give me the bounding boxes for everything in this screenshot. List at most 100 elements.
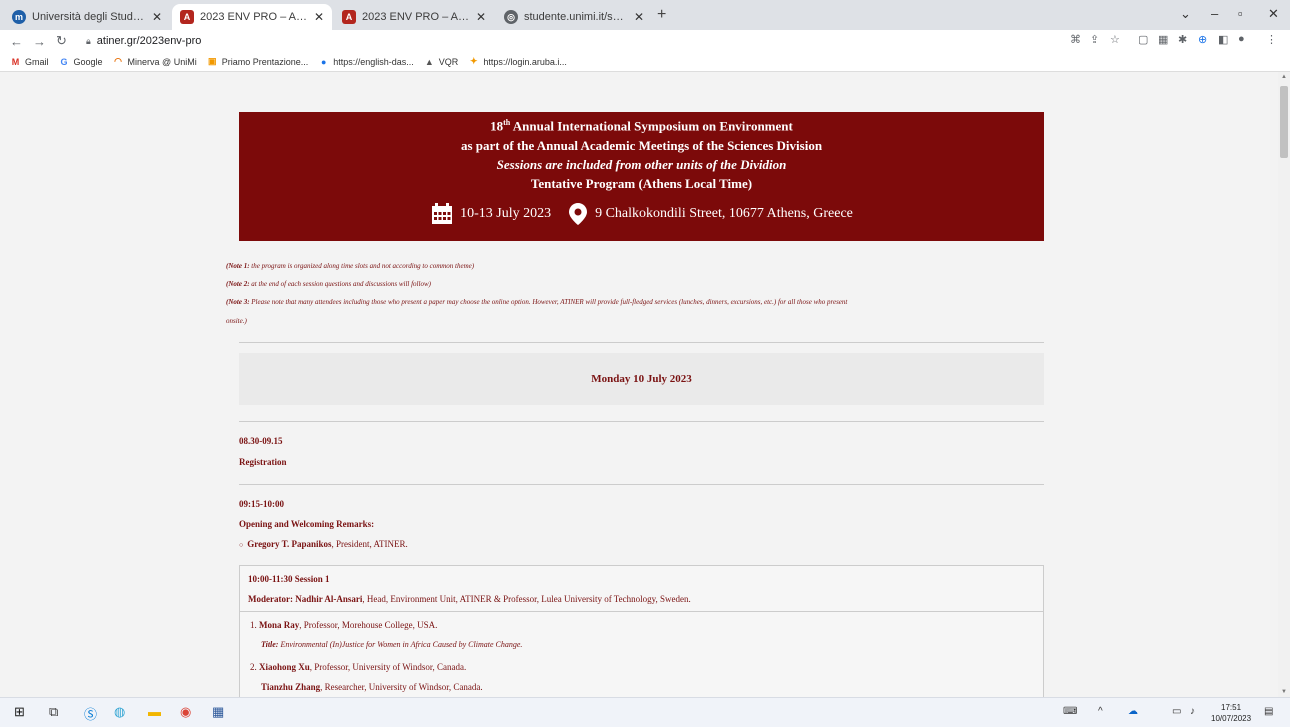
volume-icon[interactable]: ♪: [1190, 706, 1195, 717]
map-pin-icon: [569, 203, 588, 225]
note-label: (Note 1:: [226, 262, 250, 270]
priamo-icon: ▣: [207, 56, 217, 66]
scroll-up-icon[interactable]: ▲: [1281, 74, 1287, 80]
close-window-button[interactable]: ✕: [1268, 6, 1279, 22]
keyboard-icon[interactable]: ⌨: [1063, 706, 1077, 717]
slot-time: 09:15-10:00: [239, 499, 284, 509]
page-scrollbar[interactable]: ▲ ▼: [1278, 72, 1290, 697]
edge-icon[interactable]: ◍: [114, 704, 125, 720]
speaker-role: , President, ATINER.: [331, 539, 408, 549]
note-text: the program is organized along time slot…: [249, 262, 475, 270]
chrome-icon[interactable]: ◉: [180, 704, 191, 720]
file-explorer-icon[interactable]: ▬: [148, 704, 161, 719]
puzzle-icon[interactable]: ✱: [1178, 33, 1187, 46]
profile-avatar-icon[interactable]: ●: [1238, 33, 1245, 45]
bookmark-gmail[interactable]: M Gmail: [10, 56, 49, 67]
banner-program-label: Tentative Program (Athens Local Time): [530, 176, 753, 191]
opening-speaker: ○ Gregory T. Papanikos, President, ATINER…: [239, 539, 408, 549]
tab-search-icon[interactable]: ⌄: [1180, 6, 1191, 22]
slot-title: Opening and Welcoming Remarks:: [239, 519, 375, 529]
bookmark-minerva[interactable]: ◠ Minerva @ UniMi: [113, 56, 197, 67]
bookmark-vqr[interactable]: ▲ VQR: [424, 56, 458, 67]
note-3: (Note 3: Please note that many attendees…: [226, 294, 1056, 311]
lock-icon[interactable]: 🔒︎: [86, 36, 91, 47]
scroll-down-icon[interactable]: ▼: [1281, 689, 1287, 695]
tab-title: Università degli Studi di Milano \: [32, 11, 146, 23]
paper-number: 1.: [250, 620, 259, 630]
tab-unimi[interactable]: m Università degli Studi di Milano \ ✕: [4, 4, 170, 30]
close-tab-icon[interactable]: ✕: [634, 10, 644, 24]
close-tab-icon[interactable]: ✕: [314, 10, 324, 24]
network-icon[interactable]: ▭: [1172, 706, 1181, 717]
minimize-button[interactable]: –: [1211, 6, 1218, 21]
author-name: Xiaohong Xu: [259, 662, 310, 672]
globe-favicon-icon: ◎: [504, 10, 518, 24]
banner-title-rest: Annual International Symposium on Enviro…: [510, 118, 793, 134]
slot-time: 08.30-09.15: [239, 436, 283, 446]
tab-env-pro-active[interactable]: A 2023 ENV PRO – Athens Institute ✕: [172, 4, 332, 30]
address-bar[interactable]: 🔒︎ atiner.gr/2023env-pro: [86, 32, 201, 50]
author-role: , Researcher, University of Windsor, Can…: [320, 682, 483, 692]
moderator-label: Moderator:: [248, 594, 296, 604]
title-text: Environmental (In)Justice for Women in A…: [278, 640, 523, 649]
author-name: Mona Ray: [259, 620, 300, 630]
bookmark-label: Priamo Prentazione...: [221, 56, 309, 67]
new-tab-button[interactable]: +: [657, 6, 666, 24]
scrollbar-thumb[interactable]: [1280, 86, 1288, 158]
download-icon[interactable]: ⊕: [1198, 33, 1207, 46]
tray-chevron-icon[interactable]: ^: [1098, 706, 1103, 717]
tab-strip: m Università degli Studi di Milano \ ✕ A…: [0, 0, 1290, 30]
reload-icon[interactable]: ↻: [56, 33, 67, 49]
grid-extension-icon[interactable]: ▦: [1158, 33, 1168, 46]
session-title: 10:00-11:30 Session 1: [248, 574, 330, 584]
atiner-favicon-icon: A: [180, 10, 194, 24]
forward-icon[interactable]: →: [33, 34, 46, 49]
bookmark-aruba[interactable]: ✦ https://login.aruba.i...: [468, 56, 567, 67]
windows-taskbar: ⊞ ⧉ Ⓢ ◍ ▬ ◉ ▦ ⌨ ^ ☁ ▭ ♪ 17:51 10/07/2023…: [0, 697, 1290, 727]
banner-title: 18th Annual International Symposium on E…: [239, 118, 1044, 134]
bookmark-priamo[interactable]: ▣ Priamo Prentazione...: [207, 56, 309, 67]
tab-env-pro[interactable]: A 2023 ENV PRO – Athens Institute ✕: [334, 4, 494, 30]
author-role: , Professor, University of Windsor, Cana…: [309, 662, 467, 672]
bookmark-google[interactable]: G Google: [59, 56, 103, 67]
divider: [239, 421, 1044, 422]
session-header: 10:00-11:30 Session 1 Moderator: Nadhir …: [240, 566, 1043, 612]
edition-number: 18: [490, 118, 504, 134]
paper-1-title: Title: Environmental (In)Justice for Wom…: [261, 640, 522, 649]
bookmark-english-dash[interactable]: ● https://english-das...: [318, 56, 414, 67]
unimi-favicon-icon: m: [12, 10, 26, 24]
url-text[interactable]: atiner.gr/2023env-pro: [97, 35, 202, 47]
word-icon[interactable]: ▦: [212, 704, 224, 720]
clock[interactable]: 17:51 10/07/2023: [1211, 702, 1251, 724]
aruba-icon: ✦: [470, 56, 478, 66]
divider: [239, 484, 1044, 485]
windows-start-icon[interactable]: ⊞: [14, 704, 25, 720]
note-label: (Note 3:: [226, 298, 250, 306]
clock-time: 17:51: [1221, 703, 1242, 712]
toolbar: ← → ↻ 🔒︎ atiner.gr/2023env-pro ⌘ ⇪ ☆ ▢ ▦…: [0, 30, 1290, 52]
translate-icon[interactable]: ⌘: [1070, 33, 1081, 46]
close-tab-icon[interactable]: ✕: [152, 10, 162, 24]
back-icon[interactable]: ←: [10, 34, 23, 49]
side-panel-icon[interactable]: ◧: [1218, 33, 1228, 46]
session-moderator: Moderator: Nadhir Al-Ansari, Head, Envir…: [248, 594, 691, 604]
event-address: 9 Chalkokondili Street, 10677 Athens, Gr…: [595, 206, 853, 221]
divider: [239, 342, 1044, 343]
day-header: Monday 10 July 2023: [239, 353, 1044, 405]
skype-icon[interactable]: Ⓢ: [84, 704, 97, 723]
tab-title: 2023 ENV PRO – Athens Institute: [362, 11, 470, 23]
notification-icon[interactable]: ▤: [1264, 706, 1273, 717]
tab-studente[interactable]: ◎ studente.unimi.it/servizioDocent ✕: [496, 4, 652, 30]
moderator-name: Nadhir Al-Ansari: [295, 594, 363, 604]
bookmark-label: Google: [73, 56, 103, 67]
event-dates: 10-13 July 2023: [460, 206, 552, 221]
close-tab-icon[interactable]: ✕: [476, 10, 486, 24]
note-label: (Note 2:: [226, 280, 250, 288]
extension-icon[interactable]: ▢: [1138, 33, 1148, 46]
bookmark-star-icon[interactable]: ☆: [1110, 33, 1120, 46]
onedrive-icon[interactable]: ☁: [1128, 706, 1138, 717]
task-view-icon[interactable]: ⧉: [49, 704, 58, 720]
share-icon[interactable]: ⇪: [1090, 33, 1099, 46]
maximize-button[interactable]: ▫: [1238, 6, 1243, 21]
menu-icon[interactable]: ⋮: [1266, 33, 1277, 46]
